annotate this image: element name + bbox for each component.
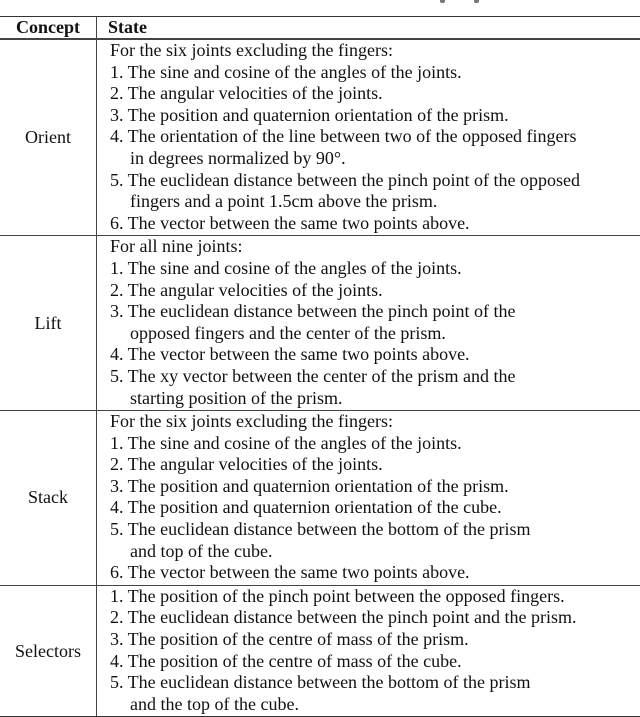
state-line: and top of the cube. xyxy=(130,540,273,561)
state-cell: For the six joints excluding the fingers… xyxy=(97,40,640,235)
state-line: starting position of the prism. xyxy=(130,387,343,408)
state-line: 2. The angular velocities of the joints. xyxy=(110,454,383,475)
header-state: State xyxy=(108,17,147,37)
concept-state-table: Concept State Orient For the six joints e… xyxy=(0,16,640,717)
state-line: and the top of the cube. xyxy=(130,693,299,714)
state-line: 3. The position of the centre of mass of… xyxy=(110,629,469,650)
concept-cell: Orient xyxy=(0,40,97,236)
header-concept: Concept xyxy=(0,17,97,38)
state-line: 5. The xy vector between the center of t… xyxy=(110,365,516,386)
state-line: 6. The vector between the same two point… xyxy=(110,212,470,233)
state-line: 5. The euclidean distance between the bo… xyxy=(110,519,531,540)
table-row-selectors: Selectors 1. The position of the pinch po… xyxy=(0,584,640,717)
state-cell: For all nine joints: 1. The sine and cosi… xyxy=(97,236,640,410)
state-line: 1. The sine and cosine of the angles of … xyxy=(110,432,462,453)
state-line: 3. The euclidean distance between the pi… xyxy=(110,301,516,322)
state-line: 6. The vector between the same two point… xyxy=(110,562,470,583)
clipped-caption-fragment xyxy=(440,0,560,4)
state-line: 4. The position and quaternion orientati… xyxy=(110,497,502,518)
state-line: For all nine joints: xyxy=(110,236,243,257)
state-line: 2. The angular velocities of the joints. xyxy=(110,279,383,300)
state-line: 3. The position and quaternion orientati… xyxy=(110,104,509,125)
state-line: opposed fingers and the center of the pr… xyxy=(130,322,446,343)
state-line: 2. The euclidean distance between the pi… xyxy=(110,607,577,628)
state-line: For the six joints excluding the fingers… xyxy=(110,411,393,432)
state-line: 4. The orientation of the line between t… xyxy=(110,126,577,147)
state-line: 5. The euclidean distance between the bo… xyxy=(110,672,531,693)
concept-cell: Stack xyxy=(0,411,97,585)
state-line: 1. The position of the pinch point betwe… xyxy=(110,585,565,606)
table-row-lift: Lift For all nine joints: 1. The sine and … xyxy=(0,235,640,411)
state-line: 1. The sine and cosine of the angles of … xyxy=(110,61,462,82)
state-line: 1. The sine and cosine of the angles of … xyxy=(110,257,462,278)
state-line: 2. The angular velocities of the joints. xyxy=(110,83,383,104)
state-line: 5. The euclidean distance between the pi… xyxy=(110,169,581,190)
concept-cell: Selectors xyxy=(0,585,97,717)
state-line: 4. The position of the centre of mass of… xyxy=(110,650,462,671)
table-body: Orient For the six joints excluding the f… xyxy=(0,39,640,717)
table-row-stack: Stack For the six joints excluding the fi… xyxy=(0,410,640,585)
table-row-orient: Orient For the six joints excluding the f… xyxy=(0,39,640,236)
state-line: 3. The position and quaternion orientati… xyxy=(110,475,509,496)
concept-cell: Lift xyxy=(0,236,97,411)
state-line: fingers and a point 1.5cm above the pris… xyxy=(130,191,438,212)
state-cell: For the six joints excluding the fingers… xyxy=(97,411,640,585)
table-header-row: Concept State xyxy=(0,17,640,39)
state-line: in degrees normalized by 90°. xyxy=(130,147,346,168)
state-line: For the six joints excluding the fingers… xyxy=(110,40,393,60)
state-cell: 1. The position of the pinch point betwe… xyxy=(97,586,640,717)
state-line: 4. The vector between the same two point… xyxy=(110,344,470,365)
